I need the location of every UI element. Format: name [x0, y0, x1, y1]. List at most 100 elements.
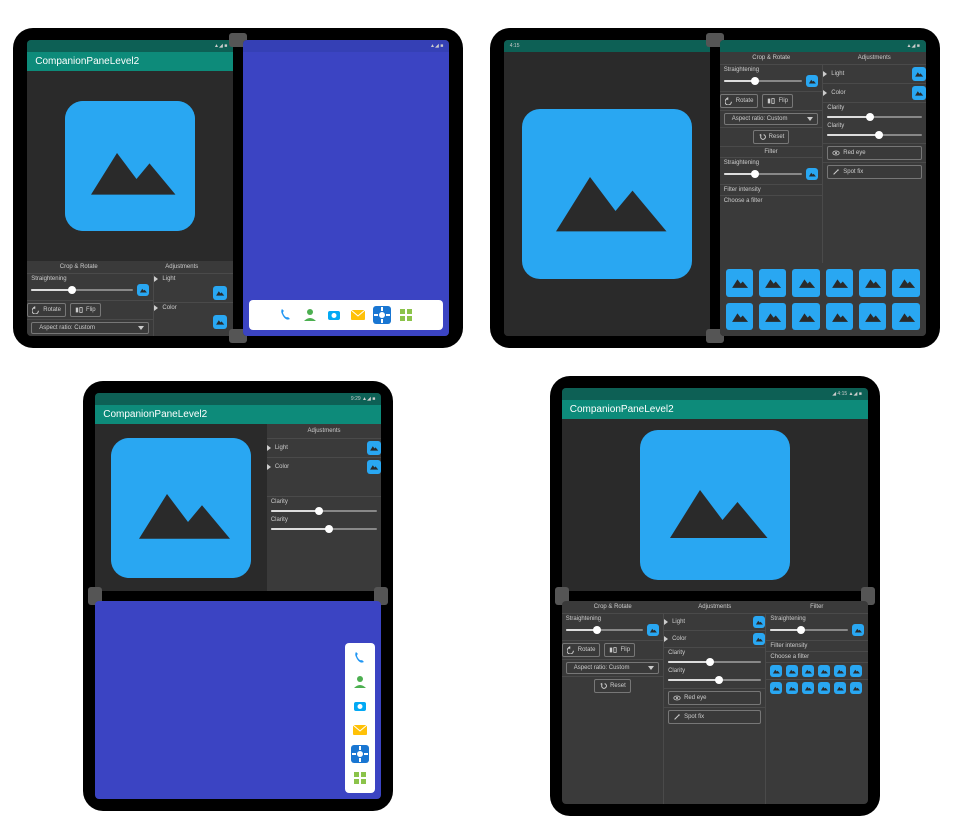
- straightening-slider[interactable]: [770, 626, 847, 634]
- app-camera[interactable]: [351, 697, 369, 715]
- light-expander[interactable]: Light: [154, 273, 233, 284]
- clarity-slider[interactable]: [271, 507, 377, 515]
- color-expander[interactable]: Color: [664, 630, 765, 647]
- flip-button[interactable]: Flip: [604, 643, 635, 657]
- screen-bottom-home: [95, 601, 381, 799]
- light-expander[interactable]: Light: [823, 64, 926, 83]
- filter-option[interactable]: [770, 682, 782, 694]
- filter-option[interactable]: [818, 682, 830, 694]
- color-expander[interactable]: Color: [823, 83, 926, 102]
- eye-icon: [832, 149, 840, 157]
- tab-crop[interactable]: Crop & Rotate: [562, 601, 664, 613]
- app-settings[interactable]: [351, 745, 369, 763]
- app-apps[interactable]: [397, 306, 415, 324]
- straightening-slider[interactable]: [31, 286, 133, 294]
- tab-adjust[interactable]: Adjustments: [130, 261, 233, 273]
- app-messages[interactable]: [351, 721, 369, 739]
- filter-option[interactable]: [786, 682, 798, 694]
- filter-option[interactable]: [726, 303, 753, 330]
- aspect-select[interactable]: Aspect ratio: Custom: [566, 662, 659, 674]
- light-thumb-icon[interactable]: [213, 286, 227, 300]
- app-camera[interactable]: [325, 306, 343, 324]
- rotate-button[interactable]: Rotate: [27, 303, 66, 317]
- tab-crop[interactable]: Crop & Rotate: [27, 261, 130, 273]
- filter-option[interactable]: [759, 269, 786, 296]
- app-phone[interactable]: [351, 649, 369, 667]
- light-expander[interactable]: Light: [267, 438, 381, 457]
- filter-option[interactable]: [786, 665, 798, 677]
- filter-option[interactable]: [850, 665, 862, 677]
- filter-option[interactable]: [802, 682, 814, 694]
- straightening-slider[interactable]: [724, 77, 803, 85]
- tab-filter[interactable]: Filter: [766, 601, 868, 613]
- aspect-select[interactable]: Aspect ratio: Custom: [31, 322, 149, 334]
- filter-option[interactable]: [759, 303, 786, 330]
- tab-crop[interactable]: Crop & Rotate: [720, 52, 823, 64]
- filter-option[interactable]: [826, 303, 853, 330]
- light-expander[interactable]: Light: [664, 613, 765, 630]
- filter-option[interactable]: [834, 665, 846, 677]
- clarity-slider[interactable]: [827, 113, 922, 121]
- app-settings[interactable]: [373, 306, 391, 324]
- rotate-button[interactable]: Rotate: [562, 643, 601, 657]
- clarity-slider[interactable]: [668, 676, 761, 684]
- spotfix-button[interactable]: Spot fix: [827, 165, 922, 179]
- homescreen[interactable]: [243, 52, 449, 336]
- filter-option[interactable]: [892, 303, 919, 330]
- clarity-slider[interactable]: [668, 658, 761, 666]
- image-preview[interactable]: [562, 419, 868, 591]
- app-contacts[interactable]: [351, 673, 369, 691]
- app-titlebar: CompanionPaneLevel2: [562, 400, 868, 419]
- filter-intensity-label: Filter intensity: [724, 187, 819, 193]
- app-contacts[interactable]: [301, 306, 319, 324]
- aspect-select[interactable]: Aspect ratio: Custom: [724, 113, 819, 125]
- rotate-button[interactable]: Rotate: [720, 94, 759, 108]
- filter-option[interactable]: [859, 303, 886, 330]
- image-preview[interactable]: [27, 71, 233, 261]
- filter-option[interactable]: [792, 303, 819, 330]
- app-phone[interactable]: [277, 306, 295, 324]
- straightening-slider[interactable]: [724, 170, 803, 178]
- thumb-icon: [852, 624, 864, 636]
- filter-option[interactable]: [726, 269, 753, 296]
- clarity-slider[interactable]: [827, 131, 922, 139]
- reset-button[interactable]: Reset: [753, 130, 790, 144]
- filter-option[interactable]: [892, 269, 919, 296]
- rotate-icon: [567, 646, 575, 654]
- filter-grid: [720, 263, 926, 336]
- redeye-button[interactable]: Red eye: [668, 691, 761, 705]
- app-apps[interactable]: [351, 769, 369, 787]
- image-preview[interactable]: [95, 424, 267, 591]
- redeye-button[interactable]: Red eye: [827, 146, 922, 160]
- filter-option[interactable]: [834, 682, 846, 694]
- spotfix-button[interactable]: Spot fix: [668, 710, 761, 724]
- chevron-right-icon: [267, 464, 271, 470]
- chevron-right-icon: [823, 90, 827, 96]
- homescreen[interactable]: [95, 601, 381, 799]
- filter-option[interactable]: [818, 665, 830, 677]
- hinge: [562, 591, 868, 601]
- filter-option[interactable]: [770, 665, 782, 677]
- filter-option[interactable]: [802, 665, 814, 677]
- filter-option[interactable]: [792, 269, 819, 296]
- straightening-slider[interactable]: [566, 626, 643, 634]
- image-preview[interactable]: [504, 52, 710, 336]
- filter-intensity-label: Filter intensity: [770, 643, 863, 649]
- color-expander[interactable]: Color: [267, 457, 381, 476]
- clarity-slider[interactable]: [271, 525, 377, 533]
- tab-adjust[interactable]: Adjustments: [664, 601, 766, 613]
- choose-filter-label: Choose a filter: [724, 198, 819, 204]
- app-titlebar: CompanionPaneLevel2: [95, 405, 381, 424]
- reset-button[interactable]: Reset: [594, 679, 631, 693]
- chevron-down-icon: [648, 666, 654, 670]
- tab-adjust[interactable]: Adjustments: [823, 52, 926, 64]
- app-messages[interactable]: [349, 306, 367, 324]
- color-thumb-icon[interactable]: [213, 315, 227, 329]
- flip-button[interactable]: Flip: [762, 94, 793, 108]
- filter-option[interactable]: [826, 269, 853, 296]
- filter-option[interactable]: [850, 682, 862, 694]
- flip-button[interactable]: Flip: [70, 303, 101, 317]
- filter-option[interactable]: [859, 269, 886, 296]
- image-placeholder-icon: [522, 109, 692, 279]
- color-expander[interactable]: Color: [154, 302, 233, 313]
